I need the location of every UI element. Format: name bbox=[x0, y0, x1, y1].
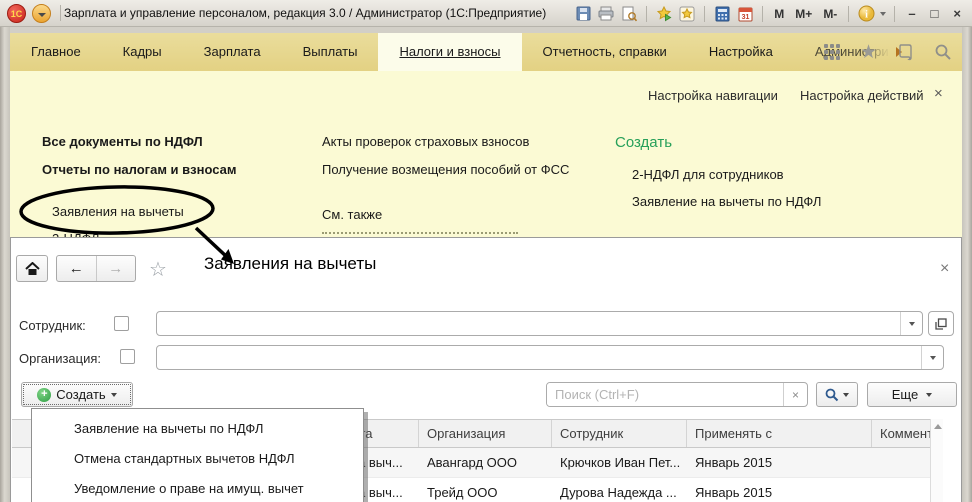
employee-filter-label: Сотрудник: bbox=[19, 318, 86, 333]
tab-otchetnost-spravki[interactable]: Отчетность, справки bbox=[522, 33, 688, 71]
info-icon[interactable]: i bbox=[857, 5, 875, 23]
table-header-comment[interactable]: Комментарий bbox=[872, 420, 930, 447]
search-button[interactable] bbox=[816, 382, 858, 407]
print-preview-icon[interactable] bbox=[620, 5, 638, 23]
cell-comment[interactable] bbox=[872, 448, 930, 477]
all-sections-menu-icon[interactable] bbox=[824, 44, 840, 60]
favorites-icon[interactable] bbox=[678, 5, 696, 23]
maximize-button[interactable]: □ bbox=[926, 6, 944, 21]
tab-zarplata[interactable]: Зарплата bbox=[183, 33, 282, 71]
cell-apply-from[interactable]: Январь 2015 bbox=[687, 478, 872, 502]
memory-m-plus-button[interactable]: M+ bbox=[792, 7, 815, 21]
plus-icon: + bbox=[37, 388, 51, 402]
form-title: Заявления на вычеты bbox=[204, 254, 376, 274]
search-clear-icon[interactable]: × bbox=[783, 383, 807, 406]
back-button[interactable]: ← bbox=[57, 256, 97, 281]
divider bbox=[762, 6, 763, 22]
calendar-icon[interactable]: 31 bbox=[736, 5, 754, 23]
info-dropdown-caret-icon[interactable] bbox=[880, 12, 886, 16]
see-also-divider bbox=[322, 232, 518, 234]
tab-vyplaty[interactable]: Выплаты bbox=[282, 33, 379, 71]
nav-link-akty-proverok[interactable]: Акты проверок страховых взносов bbox=[322, 134, 529, 149]
see-also-label: См. также bbox=[322, 207, 382, 222]
favorites-star-icon[interactable]: ★ bbox=[860, 43, 877, 62]
nav-link-poluchenie-vozmeshcheniya[interactable]: Получение возмещения пособий от ФСС bbox=[322, 162, 569, 177]
search-input[interactable] bbox=[547, 383, 783, 406]
nav-create-group-title[interactable]: Создать bbox=[615, 134, 672, 151]
search-field: × bbox=[546, 382, 808, 407]
svg-text:31: 31 bbox=[741, 14, 749, 21]
title-bar: 1С Зарплата и управление персоналом, ред… bbox=[0, 0, 972, 27]
divider bbox=[848, 6, 849, 22]
employee-choose-button[interactable] bbox=[928, 311, 954, 336]
cell-comment[interactable] bbox=[872, 478, 930, 502]
menu-item-otmena-vychetov[interactable]: Отмена стандартных вычетов НДФЛ bbox=[32, 444, 363, 474]
tab-nastroyka[interactable]: Настройка bbox=[688, 33, 794, 71]
forward-button[interactable]: → bbox=[97, 256, 136, 281]
divider bbox=[894, 6, 895, 22]
window-frame-left bbox=[0, 27, 10, 502]
divider bbox=[646, 6, 647, 22]
save-icon[interactable] bbox=[574, 5, 592, 23]
cell-employee[interactable]: Дурова Надежда ... bbox=[552, 478, 687, 502]
table-vertical-scrollbar[interactable] bbox=[930, 419, 943, 502]
calculator-icon[interactable] bbox=[713, 5, 731, 23]
section-navigation-panel: Настройка навигации Настройка действий ×… bbox=[10, 71, 962, 237]
create-button[interactable]: + Создать bbox=[21, 382, 133, 407]
section-tab-bar: Главное Кадры Зарплата Выплаты Налоги и … bbox=[10, 33, 962, 71]
table-header-employee[interactable]: Сотрудник bbox=[552, 420, 687, 447]
cell-employee[interactable]: Крючков Иван Пет... bbox=[552, 448, 687, 477]
memory-m-minus-button[interactable]: M- bbox=[820, 7, 840, 21]
print-icon[interactable] bbox=[597, 5, 615, 23]
divider bbox=[60, 5, 61, 21]
table-header-organization[interactable]: Организация bbox=[419, 420, 552, 447]
memory-m-button[interactable]: M bbox=[771, 7, 787, 21]
1c-logo-icon: 1С bbox=[7, 4, 26, 23]
nav-create-2ndfl-link[interactable]: 2-НДФЛ для сотрудников bbox=[632, 167, 784, 182]
create-dropdown-menu: Заявление на вычеты по НДФЛ Отмена станд… bbox=[31, 408, 364, 502]
organization-dropdown-caret-icon[interactable] bbox=[921, 346, 943, 369]
cell-apply-from[interactable]: Январь 2015 bbox=[687, 448, 872, 477]
svg-text:i: i bbox=[865, 10, 868, 21]
window-frame-right bbox=[962, 27, 972, 502]
employee-filter-checkbox[interactable] bbox=[114, 316, 129, 331]
tab-kadry[interactable]: Кадры bbox=[102, 33, 183, 71]
cell-organization[interactable]: Авангард ООО bbox=[419, 448, 552, 477]
close-button[interactable]: × bbox=[948, 6, 966, 21]
window-title: Зарплата и управление персоналом, редакц… bbox=[64, 0, 546, 27]
cell-organization[interactable]: Трейд ООО bbox=[419, 478, 552, 502]
organization-filter-label: Организация: bbox=[19, 351, 101, 366]
menu-item-uvedomlenie[interactable]: Уведомление о праве на имущ. вычет bbox=[32, 474, 363, 502]
history-nav-buttons: ← → bbox=[56, 255, 136, 282]
employee-filter-field[interactable] bbox=[156, 311, 923, 336]
add-favorite-icon[interactable] bbox=[655, 5, 673, 23]
divider bbox=[704, 6, 705, 22]
minimize-button[interactable]: – bbox=[903, 6, 920, 21]
nav-link-otchety-po-nalogam[interactable]: Отчеты по налогам и взносам bbox=[42, 162, 236, 177]
nav-settings-navigation-link[interactable]: Настройка навигации bbox=[648, 88, 778, 103]
tab-nalogi-i-vznosy[interactable]: Налоги и взносы bbox=[378, 33, 521, 71]
list-form-window: ← → ☆ Заявления на вычеты × Сотрудник: О… bbox=[10, 237, 962, 502]
employee-dropdown-caret-icon[interactable] bbox=[900, 312, 922, 335]
organization-filter-checkbox[interactable] bbox=[120, 349, 135, 364]
form-close-icon[interactable]: × bbox=[940, 260, 949, 278]
more-button[interactable]: Еще bbox=[867, 382, 957, 407]
app-window: 1С Зарплата и управление персоналом, ред… bbox=[0, 0, 972, 502]
organization-filter-field[interactable] bbox=[156, 345, 944, 370]
scroll-up-icon[interactable] bbox=[934, 424, 942, 429]
nav-panel-close-icon[interactable]: × bbox=[934, 85, 943, 102]
nav-link-zayavleniya-na-vychety[interactable]: Заявления на вычеты bbox=[52, 204, 184, 219]
menu-item-zayavlenie-na-vychety[interactable]: Заявление на вычеты по НДФЛ bbox=[32, 414, 363, 444]
favorite-toggle-icon[interactable]: ☆ bbox=[149, 259, 167, 279]
nav-link-vse-dokumenty-ndfl[interactable]: Все документы по НДФЛ bbox=[42, 134, 203, 149]
nav-create-zayavlenie-link[interactable]: Заявление на вычеты по НДФЛ bbox=[632, 194, 821, 209]
global-search-icon[interactable] bbox=[934, 43, 952, 61]
history-icon[interactable] bbox=[897, 43, 914, 61]
tab-glavnoe[interactable]: Главное bbox=[10, 33, 102, 71]
main-menu-button[interactable] bbox=[32, 4, 51, 23]
home-button[interactable] bbox=[16, 255, 48, 282]
nav-settings-actions-link[interactable]: Настройка действий bbox=[800, 88, 924, 103]
table-header-apply-from[interactable]: Применять с bbox=[687, 420, 872, 447]
